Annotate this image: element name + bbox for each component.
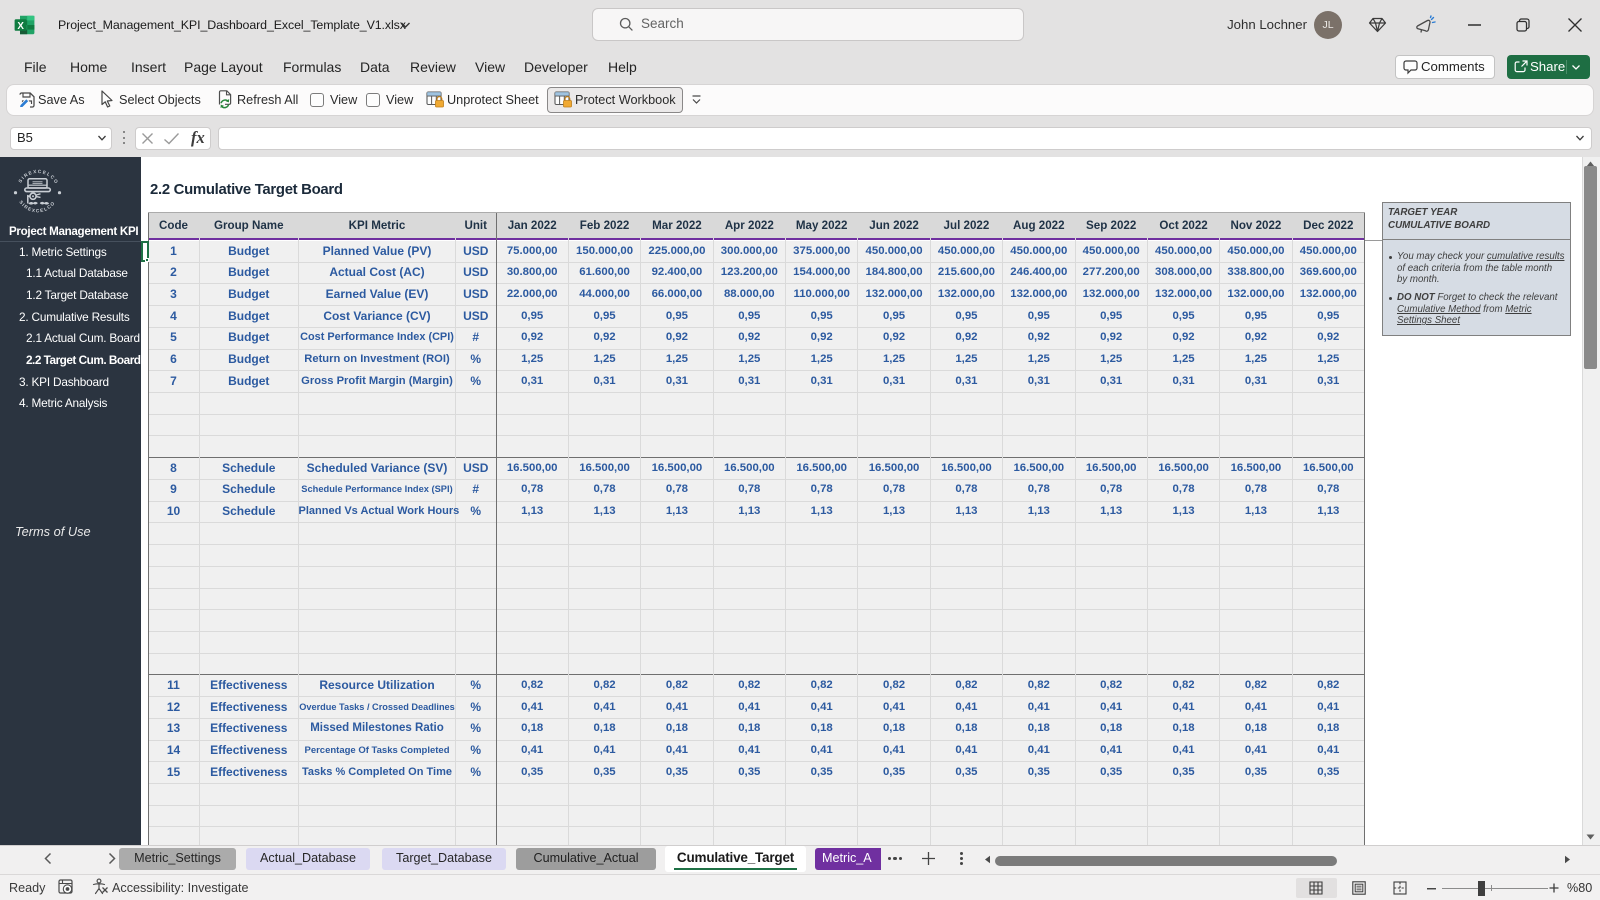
svg-text:X: X <box>17 21 24 32</box>
svg-text:SIREXCELCO: SIREXCELCO <box>18 200 56 214</box>
svg-text:SIREXCELCO: SIREXCELCO <box>18 169 60 185</box>
